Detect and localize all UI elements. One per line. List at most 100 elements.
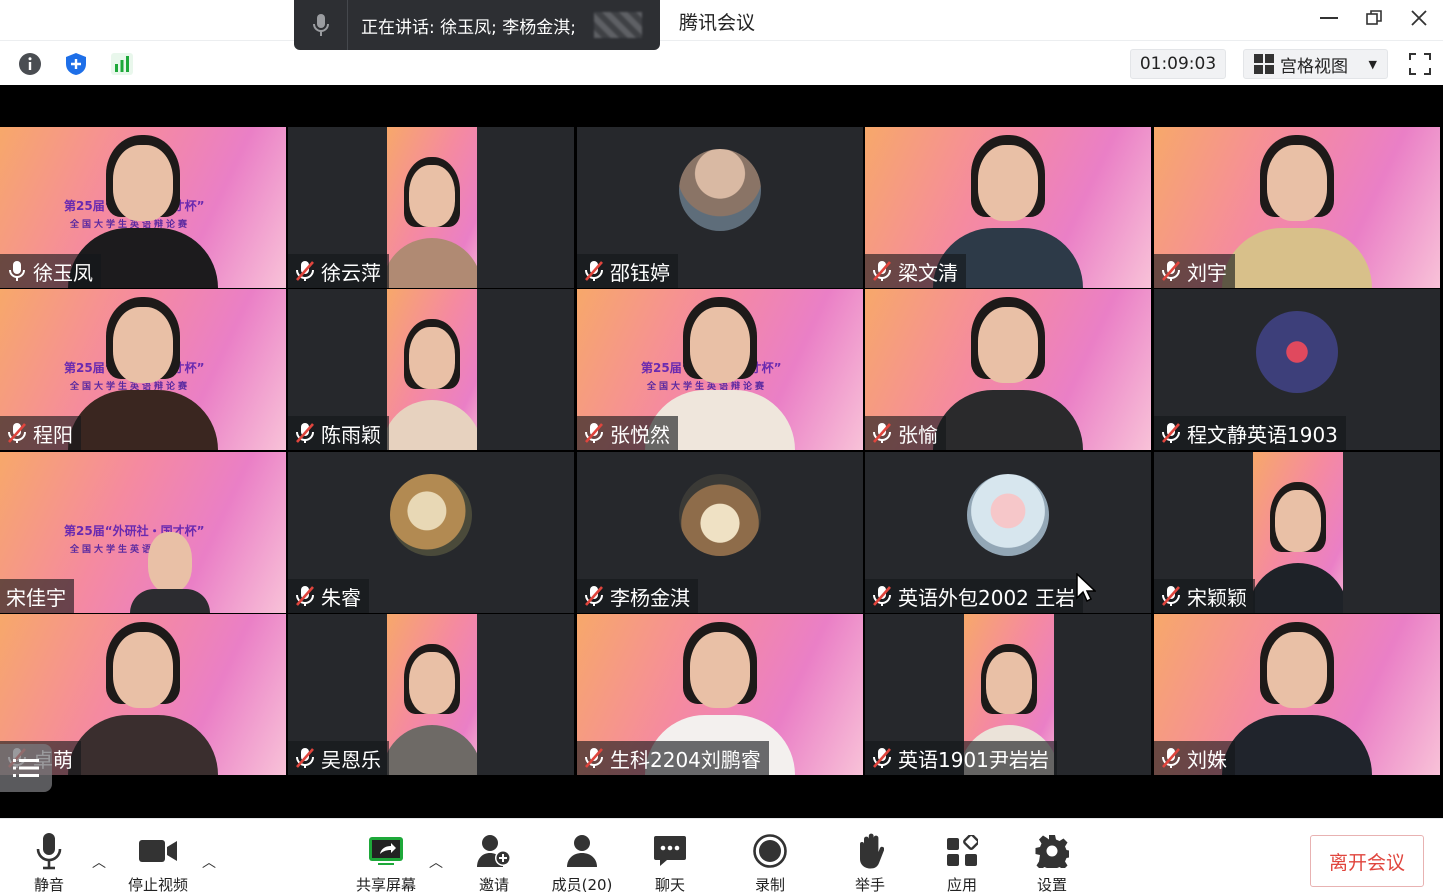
settings-label: 设置 [1036, 876, 1067, 894]
members-button[interactable]: 成员(20) [542, 831, 622, 895]
participant-name-bar: 朱睿 [288, 579, 369, 613]
participant-list-toggle[interactable] [0, 744, 52, 792]
participant-name: 张悦然 [610, 422, 670, 447]
avatar [679, 474, 761, 556]
members-icon [564, 831, 600, 871]
chat-button[interactable]: 聊天 [630, 831, 710, 895]
participant-tile[interactable]: 第25届“外研社・国才杯”全国大学生英语辩论赛程阳 [0, 289, 286, 450]
meeting-toolbar: 01:09:03 宫格视图 ▼ [0, 40, 1443, 85]
app-title: 腾讯会议 [679, 12, 756, 34]
participant-name-bar: 刘姝 [1154, 741, 1235, 775]
participant-name-bar: 宋颖颖 [1154, 579, 1255, 613]
participant-tile[interactable]: 生科2204刘鹏睿 [577, 614, 863, 775]
stop-video-button[interactable]: 停止视频 [118, 831, 198, 895]
participant-name: 张愉 [898, 422, 938, 447]
participant-name-bar: 陈雨颖 [288, 416, 389, 450]
title-bar: 正在讲话: 徐玉凤; 李杨金淇; 腾讯会议 [0, 0, 1443, 50]
participant-tile[interactable]: 吴恩乐 [288, 614, 574, 775]
participant-name: 李杨金淇 [610, 585, 690, 610]
mic-muted-icon [871, 260, 893, 282]
close-icon[interactable] [1404, 6, 1434, 30]
record-label: 录制 [754, 876, 785, 894]
add-user-icon [476, 831, 512, 871]
participant-tile[interactable]: 徐云萍 [288, 127, 574, 288]
microphone-icon [6, 260, 28, 282]
participant-name-bar: 吴恩乐 [288, 741, 389, 775]
share-screen-button[interactable]: 共享屏幕 [346, 831, 426, 895]
mic-muted-icon [294, 260, 316, 282]
chat-label: 聊天 [654, 876, 685, 894]
participant-tile[interactable]: 英语1901尹岩岩 [865, 614, 1151, 775]
participant-name-bar: 邵钰婷 [577, 254, 678, 288]
share-screen-label: 共享屏幕 [355, 876, 416, 894]
video-grid: 第25届“外研社・国才杯”全国大学生英语辩论赛徐玉凤徐云萍 邵钰婷 梁文清 刘宇第25… [0, 127, 1443, 776]
apps-label: 应用 [946, 876, 977, 894]
network-signal-icon[interactable] [108, 50, 136, 78]
participant-tile[interactable]: 李杨金淇 [577, 452, 863, 613]
mic-muted-icon [871, 585, 893, 607]
participant-tile[interactable]: 英语外包2002 王岩 [865, 452, 1151, 613]
raise-hand-button[interactable]: 举手 [830, 831, 910, 895]
mic-muted-icon [1160, 585, 1182, 607]
participant-name-bar: 生科2204刘鹏睿 [577, 741, 769, 775]
security-shield-icon[interactable] [62, 50, 90, 78]
participant-name-bar: 张悦然 [577, 416, 678, 450]
record-button[interactable]: 录制 [730, 831, 810, 895]
participant-video [387, 614, 477, 775]
invite-label: 邀请 [478, 876, 509, 894]
participant-tile[interactable]: 第25届“外研社・国才杯”全国大学生英语辩论赛张悦然 [577, 289, 863, 450]
settings-button[interactable]: 设置 [1012, 831, 1092, 895]
info-icon[interactable] [16, 50, 44, 78]
video-camera-icon [138, 831, 178, 871]
participant-tile[interactable]: 邵钰婷 [577, 127, 863, 288]
video-options-chevron-icon[interactable]: ︿ [202, 852, 216, 872]
view-mode-label: 宫格视图 [1280, 56, 1348, 77]
mic-muted-icon [1160, 260, 1182, 282]
participant-name-bar: 英语1901尹岩岩 [865, 741, 1057, 775]
participant-tile[interactable]: 刘姝 [1154, 614, 1440, 775]
participant-name-bar: 英语外包2002 王岩 [865, 579, 1084, 613]
restore-icon[interactable] [1359, 6, 1389, 30]
caret-down-icon: ▼ [1368, 57, 1377, 71]
participant-name: 朱睿 [321, 585, 361, 610]
participant-name: 陈雨颖 [321, 422, 381, 447]
participant-tile[interactable]: 宋颖颖 [1154, 452, 1440, 613]
mic-muted-icon [583, 585, 605, 607]
stop-video-label: 停止视频 [127, 876, 188, 894]
chat-bubble-icon [653, 831, 687, 871]
participant-tile[interactable]: 梁文清 [865, 127, 1151, 288]
mute-button[interactable]: 静音 [9, 831, 89, 895]
participant-tile[interactable]: 第25届“外研社・国才杯” 全国大学生英语辩论赛 宋佳宇 [0, 452, 286, 613]
participant-name: 刘宇 [1187, 260, 1227, 285]
mic-options-chevron-icon[interactable]: ︿ [92, 852, 106, 872]
hand-icon [856, 831, 884, 871]
share-options-chevron-icon[interactable]: ︿ [429, 852, 443, 872]
participant-name: 邵钰婷 [610, 260, 670, 285]
participant-tile[interactable]: 朱睿 [288, 452, 574, 613]
participant-tile[interactable]: 刘宇 [1154, 127, 1440, 288]
participant-name-bar: 程阳 [0, 416, 81, 450]
share-screen-icon [368, 831, 404, 871]
participant-tile[interactable]: 陈雨颖 [288, 289, 574, 450]
participant-name-bar: 刘宇 [1154, 254, 1235, 288]
participant-name-bar: 宋佳宇 [0, 579, 74, 613]
apps-button[interactable]: 应用 [922, 831, 1002, 895]
participant-name: 程阳 [33, 422, 73, 447]
participant-name: 英语外包2002 王岩 [898, 585, 1076, 610]
mic-muted-icon [1160, 422, 1182, 444]
participant-tile[interactable]: 张愉 [865, 289, 1151, 450]
participant-tile[interactable]: 程文静英语1903 [1154, 289, 1440, 450]
participant-name: 刘姝 [1187, 747, 1227, 772]
mic-muted-icon [294, 747, 316, 769]
mute-label: 静音 [33, 876, 64, 894]
leave-meeting-button[interactable]: 离开会议 [1310, 835, 1424, 887]
participant-tile[interactable]: 第25届“外研社・国才杯”全国大学生英语辩论赛徐玉凤 [0, 127, 286, 288]
avatar [1256, 311, 1338, 393]
participant-video [387, 289, 477, 450]
participant-name-bar: 徐玉凤 [0, 254, 101, 288]
fullscreen-icon[interactable] [1405, 49, 1435, 79]
mic-muted-icon [583, 422, 605, 444]
minimize-icon[interactable] [1314, 6, 1344, 30]
invite-button[interactable]: 邀请 [454, 831, 534, 895]
view-mode-dropdown[interactable]: 宫格视图 ▼ [1243, 49, 1388, 79]
